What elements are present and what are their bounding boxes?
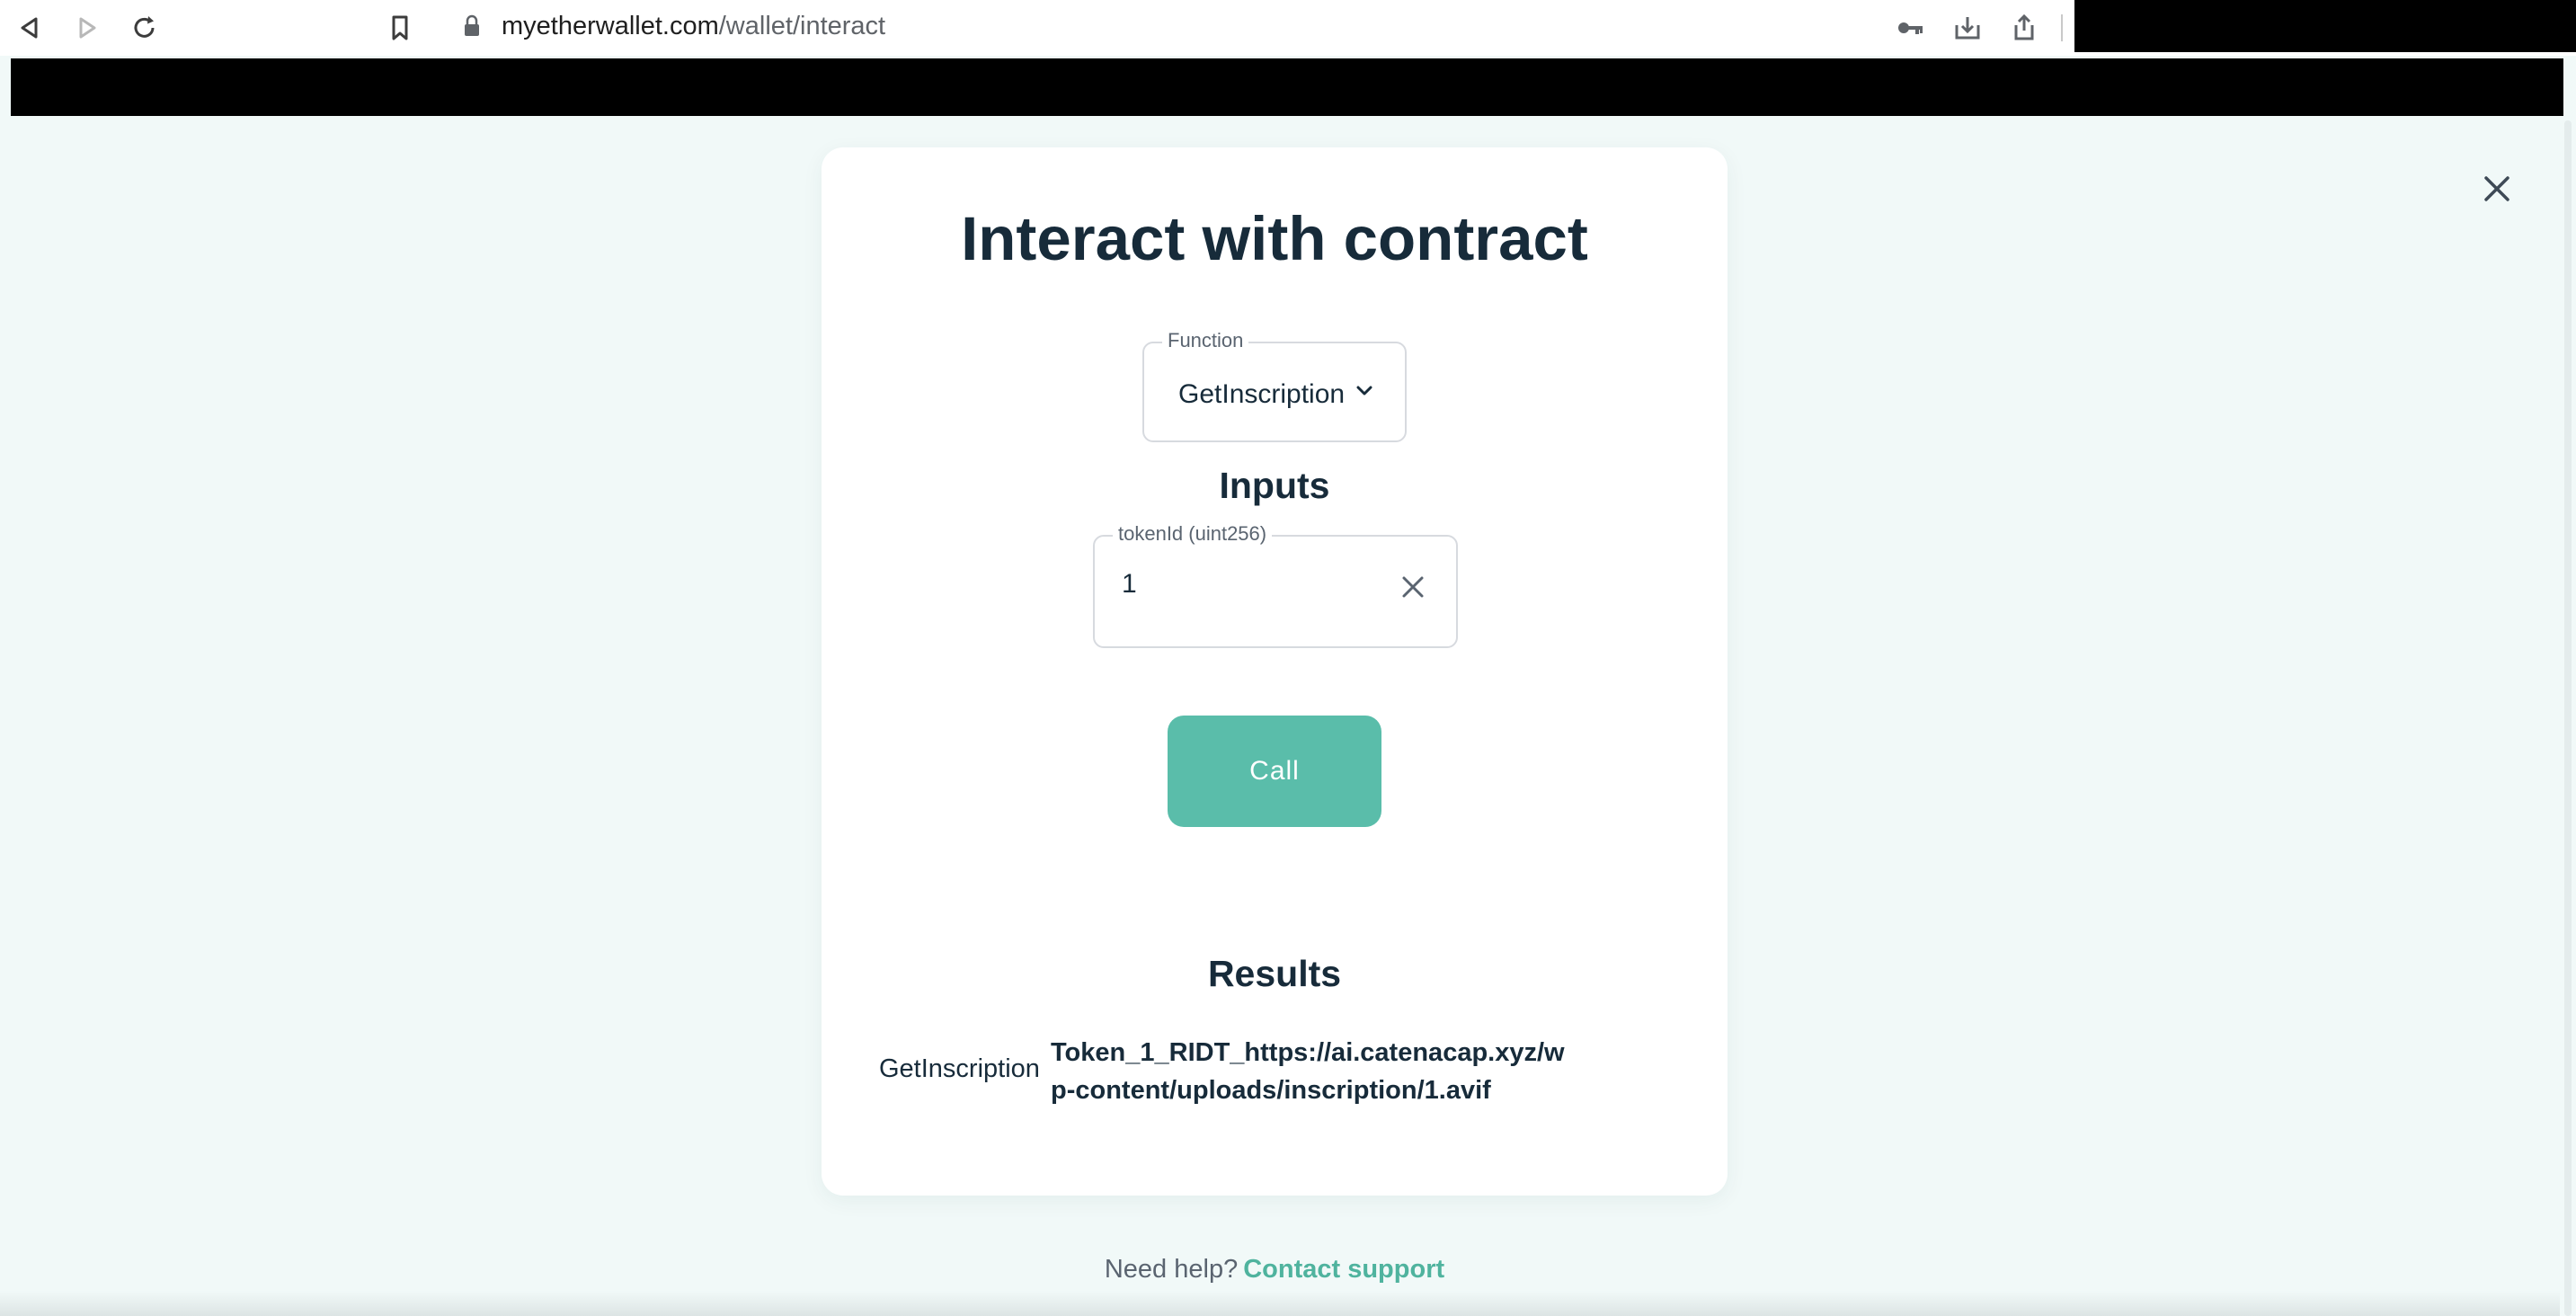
url-text: myetherwallet.com/wallet/interact	[502, 12, 885, 41]
token-id-input[interactable]	[1122, 569, 1391, 600]
reload-icon[interactable]	[128, 11, 162, 45]
function-value: GetInscription	[1178, 379, 1346, 409]
bookmark-icon[interactable]	[383, 11, 417, 45]
forward-icon[interactable]	[70, 11, 104, 45]
chevron-down-icon[interactable]	[1351, 378, 1378, 405]
result-label: GetInscription	[879, 1054, 1040, 1083]
lock-icon	[462, 14, 482, 38]
scrollbar-thumb[interactable]	[2564, 120, 2572, 1316]
redacted-header	[11, 58, 2563, 116]
result-value: Token_1_RIDT_https://ai.catenacap.xyz/wp…	[1051, 1038, 1565, 1105]
browser-toolbar: myetherwallet.com/wallet/interact	[0, 0, 2576, 56]
key-icon[interactable]	[1895, 13, 1925, 43]
token-id-field[interactable]: tokenId (uint256)	[1093, 522, 1458, 648]
results-heading: Results	[1207, 953, 1342, 994]
url-domain: myetherwallet.com	[502, 12, 719, 40]
page-title: Interact with contract	[961, 204, 1588, 273]
help-line: Need help? Contact support	[0, 1255, 2549, 1285]
download-icon[interactable]	[1952, 13, 1983, 43]
page-scrollbar[interactable]	[2560, 120, 2576, 1316]
share-icon[interactable]	[2009, 13, 2039, 43]
token-id-label: tokenId (uint256)	[1113, 522, 1273, 546]
clear-icon[interactable]	[1399, 573, 1427, 601]
call-button[interactable]: Call	[1168, 716, 1381, 827]
bottom-shadow	[0, 1291, 2560, 1316]
contact-support-link[interactable]: Contact support	[1243, 1255, 1444, 1284]
close-icon[interactable]	[2479, 171, 2515, 207]
function-label: Function	[1162, 329, 1249, 352]
help-text: Need help?	[1104, 1255, 1239, 1284]
url-path: /wallet/interact	[718, 12, 886, 40]
function-select[interactable]: Function GetInscription	[1142, 329, 1407, 442]
back-icon[interactable]	[13, 11, 47, 45]
toolbar-separator	[2061, 14, 2063, 41]
redacted-area	[2074, 0, 2576, 52]
inputs-heading: Inputs	[1219, 465, 1330, 506]
address-bar[interactable]: myetherwallet.com/wallet/interact	[440, 2, 2074, 50]
